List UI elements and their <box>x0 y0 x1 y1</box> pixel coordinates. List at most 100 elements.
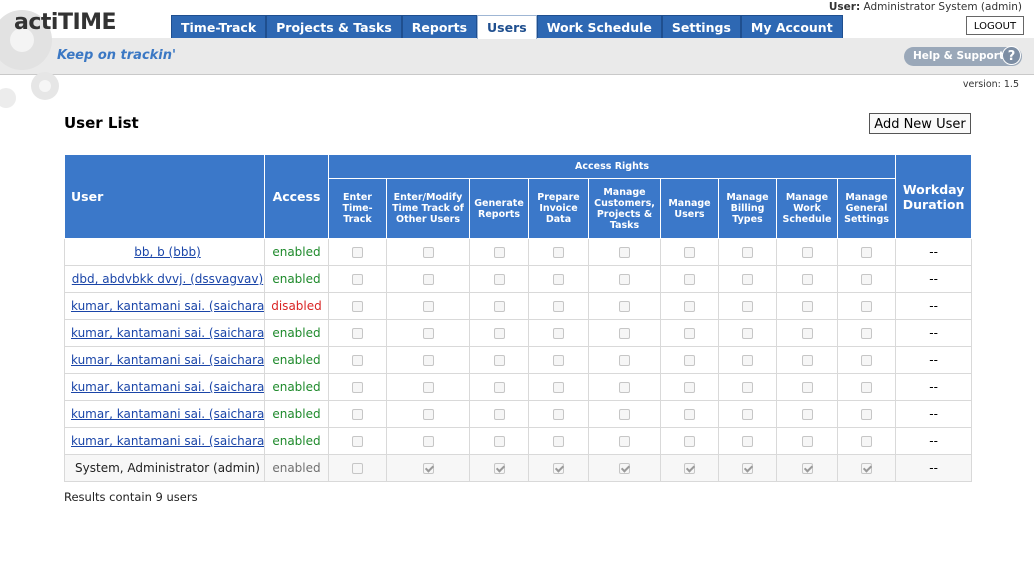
access-right-checkbox[interactable] <box>422 409 434 420</box>
access-right-checkbox[interactable] <box>422 355 434 366</box>
access-right-checkbox[interactable] <box>553 463 564 474</box>
access-right-checkbox[interactable] <box>553 382 564 393</box>
access-right-checkbox[interactable] <box>422 247 434 258</box>
access-right-checkbox[interactable] <box>422 328 434 339</box>
access-right-checkbox[interactable] <box>493 463 505 474</box>
access-right-checkbox[interactable] <box>742 247 753 258</box>
access-right-checkbox[interactable] <box>352 463 363 474</box>
access-right-checkbox[interactable] <box>742 463 753 474</box>
access-right-checkbox[interactable] <box>742 409 753 420</box>
access-right-checkbox[interactable] <box>861 274 873 285</box>
access-right-checkbox[interactable] <box>801 328 813 339</box>
access-right-checkbox[interactable] <box>619 274 630 285</box>
access-right-checkbox[interactable] <box>684 463 695 474</box>
access-right-checkbox[interactable] <box>861 355 873 366</box>
access-right-checkbox[interactable] <box>861 382 873 393</box>
access-right-checkbox[interactable] <box>493 247 505 258</box>
access-right-checkbox[interactable] <box>619 436 630 447</box>
user-name-link[interactable]: bb, b (bbb) <box>134 245 201 259</box>
access-right-checkbox[interactable] <box>742 274 753 285</box>
access-right-checkbox[interactable] <box>493 355 505 366</box>
access-right-checkbox[interactable] <box>553 409 564 420</box>
access-right-checkbox[interactable] <box>801 301 813 312</box>
access-right-checkbox[interactable] <box>553 436 564 447</box>
user-name-link[interactable]: kumar, kantamani sai. (saicharan2) <box>71 380 264 394</box>
access-right-checkbox[interactable] <box>801 463 813 474</box>
access-right-checkbox[interactable] <box>742 301 753 312</box>
access-right-checkbox[interactable] <box>422 436 434 447</box>
access-right-checkbox[interactable] <box>352 409 363 420</box>
access-right-checkbox[interactable] <box>352 355 363 366</box>
access-right-checkbox[interactable] <box>801 382 813 393</box>
access-right-checkbox[interactable] <box>684 409 695 420</box>
tab-settings[interactable]: Settings <box>661 15 741 38</box>
access-right-checkbox[interactable] <box>861 301 873 312</box>
access-right-checkbox[interactable] <box>742 382 753 393</box>
access-right-checkbox[interactable] <box>553 301 564 312</box>
access-right-checkbox[interactable] <box>553 274 564 285</box>
tab-time-track[interactable]: Time-Track <box>171 15 267 38</box>
access-right-checkbox[interactable] <box>493 301 505 312</box>
access-right-checkbox[interactable] <box>619 355 630 366</box>
user-name-link[interactable]: kumar, kantamani sai. (saicharan5) <box>71 299 264 313</box>
help-support-button[interactable]: Help & Support ? <box>904 46 1022 66</box>
access-right-checkbox[interactable] <box>619 382 630 393</box>
access-right-checkbox[interactable] <box>619 463 630 474</box>
add-new-user-button[interactable]: Add New User <box>869 113 971 134</box>
access-right-checkbox[interactable] <box>801 436 813 447</box>
access-right-checkbox[interactable] <box>352 301 363 312</box>
access-right-checkbox[interactable] <box>422 382 434 393</box>
access-right-checkbox[interactable] <box>422 463 434 474</box>
access-right-checkbox[interactable] <box>684 436 695 447</box>
access-right-checkbox[interactable] <box>861 247 873 258</box>
access-right-checkbox[interactable] <box>801 355 813 366</box>
access-right-checkbox[interactable] <box>742 355 753 366</box>
access-right-checkbox[interactable] <box>493 274 505 285</box>
access-right-checkbox[interactable] <box>352 247 363 258</box>
user-name-link[interactable]: kumar, kantamani sai. (saicharan3) <box>71 353 264 367</box>
access-right-checkbox[interactable] <box>684 247 695 258</box>
access-right-checkbox[interactable] <box>422 274 434 285</box>
access-right-checkbox[interactable] <box>684 328 695 339</box>
tab-users[interactable]: Users <box>477 15 537 39</box>
access-right-checkbox[interactable] <box>801 274 813 285</box>
access-right-checkbox[interactable] <box>861 463 873 474</box>
access-right-checkbox[interactable] <box>422 301 434 312</box>
access-right-checkbox[interactable] <box>493 409 505 420</box>
access-right-checkbox[interactable] <box>801 409 813 420</box>
access-right-checkbox[interactable] <box>742 328 753 339</box>
user-name-link[interactable]: kumar, kantamani sai. (saicharan4) <box>71 326 264 340</box>
access-right-checkbox[interactable] <box>684 355 695 366</box>
access-right-checkbox[interactable] <box>493 436 505 447</box>
access-right-checkbox[interactable] <box>861 436 873 447</box>
access-right-checkbox[interactable] <box>619 328 630 339</box>
user-name-link[interactable]: kumar, kantamani sai. (saicharan1) <box>71 407 264 421</box>
access-right-checkbox[interactable] <box>861 409 873 420</box>
access-right-checkbox[interactable] <box>553 247 564 258</box>
access-right-checkbox[interactable] <box>684 274 695 285</box>
actitime-logo[interactable]: actiTIME <box>14 10 117 35</box>
access-right-checkbox[interactable] <box>493 328 505 339</box>
tab-projects-tasks[interactable]: Projects & Tasks <box>266 15 402 38</box>
access-right-checkbox[interactable] <box>553 328 564 339</box>
access-right-checkbox[interactable] <box>619 247 630 258</box>
access-right-checkbox[interactable] <box>352 274 363 285</box>
user-name-link[interactable]: kumar, kantamani sai. (saicharan) <box>71 434 264 448</box>
access-right-checkbox[interactable] <box>684 301 695 312</box>
access-right-checkbox[interactable] <box>352 436 363 447</box>
user-name-link[interactable]: dbd, abdvbkk dvvj. (dssvagvav) <box>72 272 263 286</box>
access-right-checkbox[interactable] <box>801 247 813 258</box>
access-right-checkbox[interactable] <box>619 409 630 420</box>
logout-button[interactable]: LOGOUT <box>966 16 1024 35</box>
access-right-checkbox[interactable] <box>352 328 363 339</box>
tab-reports[interactable]: Reports <box>401 15 478 38</box>
tab-work-schedule[interactable]: Work Schedule <box>536 15 662 38</box>
tab-my-account[interactable]: My Account <box>740 15 843 38</box>
access-right-checkbox[interactable] <box>553 355 564 366</box>
access-right-checkbox[interactable] <box>684 382 695 393</box>
access-right-checkbox[interactable] <box>352 382 363 393</box>
access-right-checkbox[interactable] <box>861 328 873 339</box>
access-right-checkbox[interactable] <box>493 382 505 393</box>
access-right-checkbox[interactable] <box>742 436 753 447</box>
access-right-checkbox[interactable] <box>619 301 630 312</box>
